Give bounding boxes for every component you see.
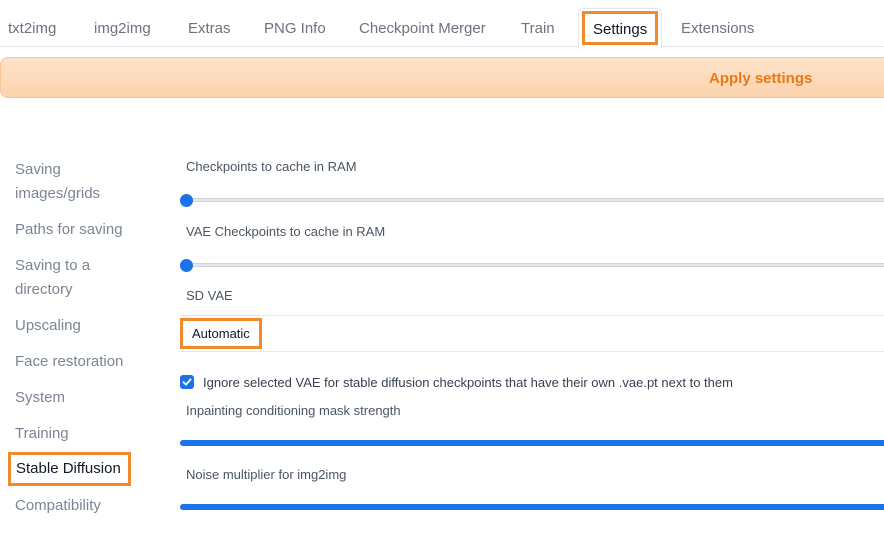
sidebar-item-stable-diffusion[interactable]: Stable Diffusion <box>8 452 131 486</box>
tab-img2img[interactable]: img2img <box>94 8 151 46</box>
vae-checkpoints-cache-slider-thumb[interactable] <box>180 259 193 272</box>
tab-extras[interactable]: Extras <box>188 8 231 46</box>
sd-vae-label: SD VAE <box>186 288 233 303</box>
noise-multiplier-slider[interactable] <box>180 504 884 510</box>
sidebar-item-saving-to-directory[interactable]: Saving to a directory <box>15 254 90 302</box>
sidebar-item-saving-images-grids[interactable]: Saving images/grids <box>15 158 100 206</box>
checkpoints-cache-slider[interactable] <box>180 198 884 202</box>
sidebar-item-paths-for-saving[interactable]: Paths for saving <box>15 218 123 242</box>
apply-settings-button[interactable]: Apply settings <box>0 57 884 98</box>
sd-vae-selected-value[interactable]: Automatic <box>180 318 262 349</box>
tab-txt2img[interactable]: txt2img <box>8 8 56 46</box>
tab-settings[interactable]: Settings <box>578 8 662 48</box>
checkmark-icon <box>182 378 192 386</box>
sd-vae-dropdown[interactable]: Automatic <box>180 315 884 352</box>
vae-checkpoints-cache-slider[interactable] <box>180 263 884 267</box>
inpainting-mask-strength-label: Inpainting conditioning mask strength <box>186 403 401 418</box>
sidebar-item-upscaling[interactable]: Upscaling <box>15 314 81 338</box>
tab-bar: txt2img img2img Extras PNG Info Checkpoi… <box>0 0 884 48</box>
ignore-vae-label: Ignore selected VAE for stable diffusion… <box>203 375 733 390</box>
sidebar-item-training[interactable]: Training <box>15 422 69 446</box>
tab-png-info[interactable]: PNG Info <box>264 8 326 46</box>
tab-settings-label: Settings <box>582 11 658 45</box>
inpainting-mask-strength-slider[interactable] <box>180 440 884 446</box>
sidebar-item-compatibility[interactable]: Compatibility <box>15 494 101 518</box>
tab-bar-divider <box>0 46 884 47</box>
noise-multiplier-label: Noise multiplier for img2img <box>186 467 347 482</box>
tab-train[interactable]: Train <box>521 8 555 46</box>
ignore-vae-checkbox[interactable] <box>180 375 194 389</box>
tab-extensions[interactable]: Extensions <box>681 8 754 46</box>
tab-checkpoint-merger[interactable]: Checkpoint Merger <box>359 8 486 46</box>
apply-settings-label: Apply settings <box>709 70 813 87</box>
sidebar-item-face-restoration[interactable]: Face restoration <box>15 350 123 374</box>
sidebar-item-system[interactable]: System <box>15 386 65 410</box>
checkpoints-cache-label: Checkpoints to cache in RAM <box>186 159 357 174</box>
checkpoints-cache-slider-thumb[interactable] <box>180 194 193 207</box>
vae-checkpoints-cache-label: VAE Checkpoints to cache in RAM <box>186 224 386 239</box>
